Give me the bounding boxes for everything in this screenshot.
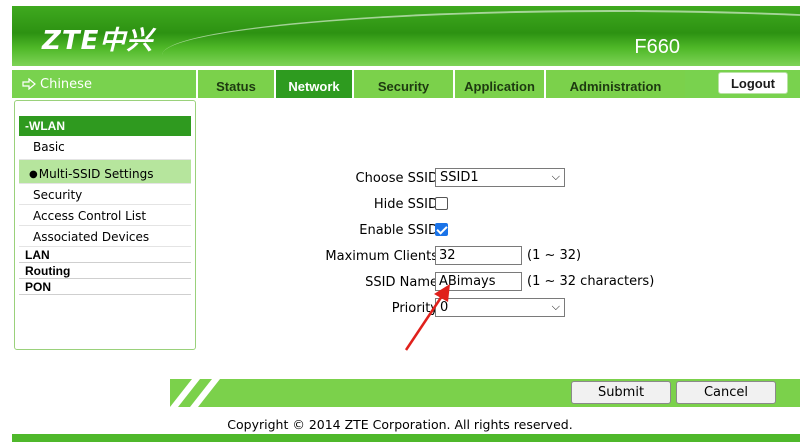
row-enable-ssid: Enable SSID <box>210 220 790 240</box>
sidebar-item-associated-devices[interactable]: Associated Devices <box>19 226 191 247</box>
row-max-clients: Maximum Clients 32 (1 ~ 32) <box>210 246 790 266</box>
copyright-text: Copyright © 2014 ZTE Corporation. All ri… <box>227 417 573 432</box>
max-clients-hint: (1 ~ 32) <box>527 248 582 263</box>
ssid-name-hint: (1 ~ 32 characters) <box>527 274 655 289</box>
arrow-right-icon <box>22 78 36 90</box>
bottom-bar <box>12 434 800 442</box>
sidebar-section-lan[interactable]: LAN <box>19 247 191 263</box>
zte-logo: ZTE中兴 <box>42 26 154 56</box>
enable-ssid-checkbox[interactable] <box>435 223 448 236</box>
sidebar-section-pon[interactable]: PON <box>19 279 191 295</box>
footer-stripe-decoration <box>170 379 220 407</box>
cancel-button[interactable]: Cancel <box>676 381 776 404</box>
language-switch[interactable]: Chinese <box>12 70 194 98</box>
sidebar: -WLAN Basic ●Multi-SSID Settings Securit… <box>14 100 196 350</box>
sidebar-section-wlan[interactable]: -WLAN <box>19 116 191 136</box>
row-priority: Priority 0 ⌵ <box>210 298 790 318</box>
tab-network[interactable]: Network <box>274 70 352 98</box>
hide-ssid-checkbox[interactable] <box>435 197 448 210</box>
red-arrow-annotation <box>404 284 450 351</box>
enable-ssid-label: Enable SSID <box>359 223 438 238</box>
max-clients-input[interactable]: 32 <box>435 246 522 265</box>
sidebar-section-routing[interactable]: Routing <box>19 263 191 279</box>
max-clients-label: Maximum Clients <box>325 249 438 264</box>
bullet-icon: ● <box>29 169 38 180</box>
sidebar-item-multi-ssid[interactable]: ●Multi-SSID Settings <box>19 160 191 184</box>
main-tabs: Status Network Security Application Admi… <box>196 70 685 98</box>
banner-swoosh <box>162 10 800 66</box>
sidebar-item-label: Multi-SSID Settings <box>38 167 154 181</box>
sidebar-menu: -WLAN Basic ●Multi-SSID Settings Securit… <box>19 116 191 295</box>
row-choose-ssid: Choose SSID SSID1 ⌵ <box>210 168 790 188</box>
tab-security[interactable]: Security <box>352 70 453 98</box>
chevron-down-icon: ⌵ <box>551 170 560 183</box>
header-banner: ZTE中兴 F660 <box>12 6 800 66</box>
row-ssid-name: SSID Name ABimays (1 ~ 32 characters) <box>210 272 790 292</box>
sidebar-item-security[interactable]: Security <box>19 184 191 205</box>
choose-ssid-value: SSID1 <box>440 170 479 185</box>
choose-ssid-label: Choose SSID <box>355 171 438 186</box>
tab-administration[interactable]: Administration <box>544 70 685 98</box>
sidebar-item-acl[interactable]: Access Control List <box>19 205 191 226</box>
hide-ssid-label: Hide SSID <box>373 197 438 212</box>
logout-button[interactable]: Logout <box>718 72 788 94</box>
nav-bar: Chinese Status Network Security Applicat… <box>12 70 800 98</box>
row-hide-ssid: Hide SSID <box>210 194 790 214</box>
tab-application[interactable]: Application <box>453 70 544 98</box>
sidebar-item-basic[interactable]: Basic <box>19 136 191 160</box>
submit-button[interactable]: Submit <box>571 381 671 404</box>
language-label: Chinese <box>40 76 92 92</box>
device-model: F660 <box>634 36 680 58</box>
choose-ssid-select[interactable]: SSID1 ⌵ <box>435 168 565 187</box>
tab-status[interactable]: Status <box>196 70 274 98</box>
chevron-down-icon: ⌵ <box>551 300 560 313</box>
